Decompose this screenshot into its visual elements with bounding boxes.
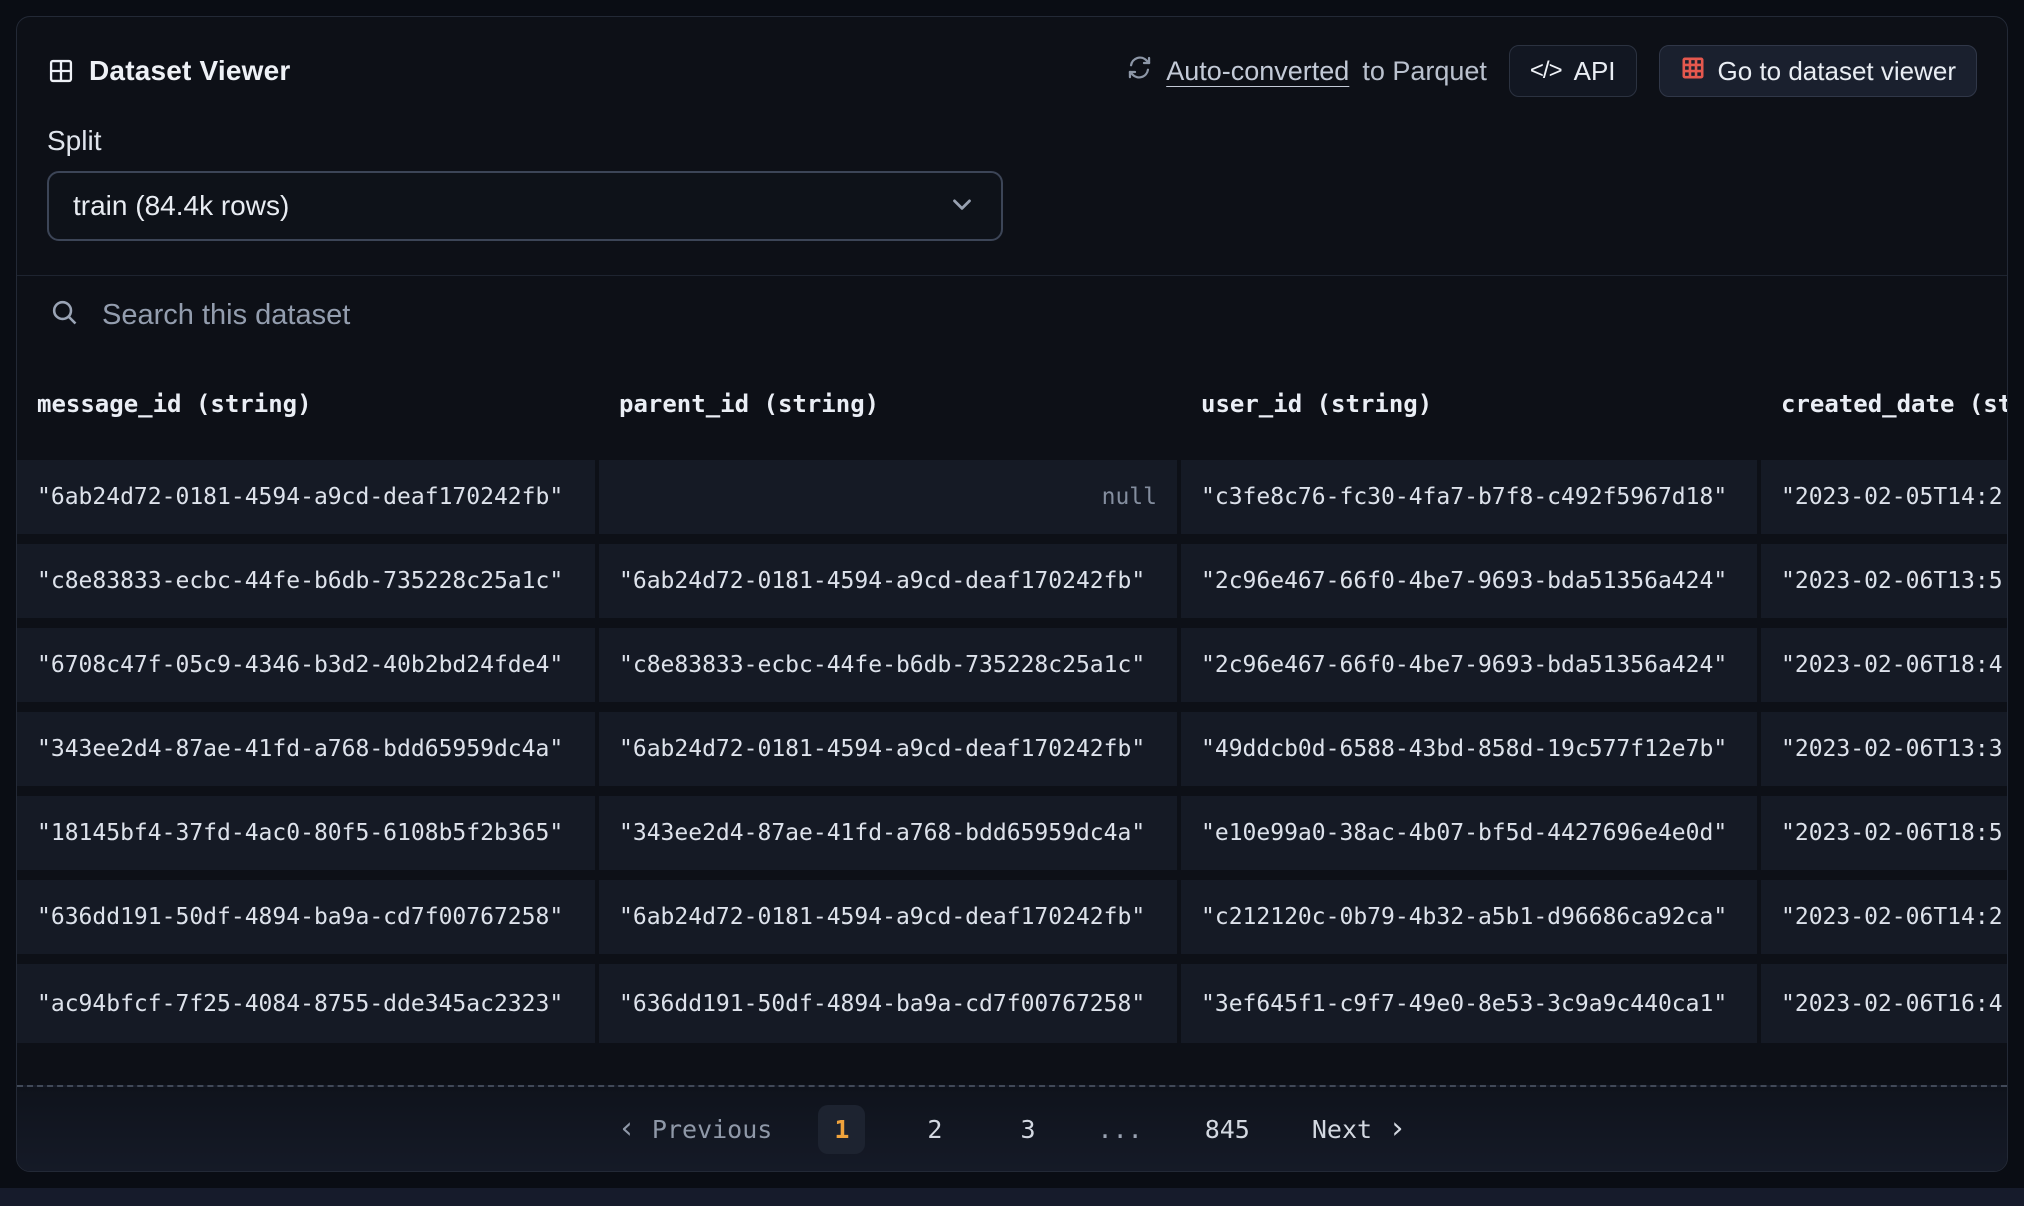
page-footer-strip [0,1188,2024,1206]
dataset-viewer-card: Dataset Viewer Auto-converted to Parquet… [16,16,2008,1172]
next-page-button[interactable]: Next › [1312,1114,1406,1144]
cell-message-id: "636dd191-50df-4894-ba9a-cd7f00767258" [37,904,564,930]
search-input[interactable] [102,298,1975,332]
cell-created-date: "2023-02-06T18:5 [1757,791,2007,875]
cell-parent-id: "636dd191-50df-4894-ba9a-cd7f00767258" [595,959,1179,1043]
table-row: "343ee2d4-87ae-41fd-a768-bdd65959dc4a" "… [17,707,2007,791]
split-select[interactable]: train (84.4k rows) [47,171,1003,241]
chevron-right-icon: › [1388,1111,1407,1146]
table-row: "6708c47f-05c9-4346-b3d2-40b2bd24fde4" "… [17,623,2007,707]
cell-parent-id: "6ab24d72-0181-4594-a9cd-deaf170242fb" [595,707,1179,791]
cell-parent-id: "c8e83833-ecbc-44fe-b6db-735228c25a1c" [595,623,1179,707]
cell-message-id: "c8e83833-ecbc-44fe-b6db-735228c25a1c" [37,568,564,594]
cell-message-id: "343ee2d4-87ae-41fd-a768-bdd65959dc4a" [37,736,564,762]
cell-created-date: "2023-02-06T16:4 [1757,959,2007,1043]
cell-parent-id: "6ab24d72-0181-4594-a9cd-deaf170242fb" [595,875,1179,959]
cell-message-id: "18145bf4-37fd-4ac0-80f5-6108b5f2b365" [37,820,564,846]
search-icon [49,297,80,333]
cell-user-id: "e10e99a0-38ac-4b07-bf5d-4427696e4e0d" [1177,791,1759,875]
table-row: "ac94bfcf-7f25-4084-8755-dde345ac2323" "… [17,959,2007,1043]
table-row: "18145bf4-37fd-4ac0-80f5-6108b5f2b365" "… [17,791,2007,875]
card-title-group: Dataset Viewer [47,55,291,87]
cell-user-id: "2c96e467-66f0-4be7-9693-bda51356a424" [1177,623,1759,707]
dataset-viewer-icon [47,57,75,85]
cell-created-date: "2023-02-06T13:5 [1757,539,2007,623]
page-number-845[interactable]: 845 [1189,1105,1266,1154]
cell-created-date: "2023-02-06T18:4 [1757,623,2007,707]
pagination-bar: ‹ Previous 1 2 3 ... 845 Next › [17,1085,2007,1171]
chevron-left-icon: ‹ [617,1111,636,1146]
cell-parent-id: "6ab24d72-0181-4594-a9cd-deaf170242fb" [595,539,1179,623]
dataset-table: message_id (string) parent_id (string) u… [17,354,2007,1043]
code-icon: </> [1529,57,1563,84]
cell-user-id: "c3fe8c76-fc30-4fa7-b7f8-c492f5967d18" [1177,455,1759,539]
previous-page-button[interactable]: ‹ Previous [618,1114,772,1144]
go-to-dataset-viewer-label: Go to dataset viewer [1717,55,1956,86]
auto-converted-note: Auto-converted to Parquet [1126,54,1487,88]
page-number-2[interactable]: 2 [911,1105,958,1154]
cell-message-id: "6708c47f-05c9-4346-b3d2-40b2bd24fde4" [37,652,564,678]
refresh-icon [1126,54,1153,88]
cell-created-date: "2023-02-06T13:3 [1757,707,2007,791]
cell-user-id: "3ef645f1-c9f7-49e0-8e53-3c9a9c440ca1" [1177,959,1759,1043]
api-button[interactable]: </> API [1508,45,1637,97]
header-actions: Auto-converted to Parquet </> API Go to … [1126,45,1977,97]
previous-label: Previous [651,1114,773,1144]
cell-message-id: "ac94bfcf-7f25-4084-8755-dde345ac2323" [37,990,564,1017]
page-number-3[interactable]: 3 [1004,1105,1051,1154]
table-row: "6ab24d72-0181-4594-a9cd-deaf170242fb" n… [17,455,2007,539]
column-header-created-date: created_date (st [1757,354,2007,455]
card-header: Dataset Viewer Auto-converted to Parquet… [17,43,2007,99]
page-title: Dataset Viewer [89,55,291,86]
split-label: Split [47,125,102,156]
cell-parent-id: "343ee2d4-87ae-41fd-a768-bdd65959dc4a" [595,791,1179,875]
split-select-value: train (84.4k rows) [73,190,290,221]
page-number-1[interactable]: 1 [818,1104,866,1154]
cell-created-date: "2023-02-06T14:2 [1757,875,2007,959]
column-header-user-id: user_id (string) [1177,354,1759,455]
cell-user-id: "c212120c-0b79-4b32-a5b1-d96686ca92ca" [1177,875,1759,959]
chevron-down-icon [947,189,977,224]
auto-converted-rest: to Parquet [1362,55,1487,86]
cell-created-date: "2023-02-05T14:2 [1757,455,2007,539]
cell-parent-id: null [595,455,1179,539]
table-row: "c8e83833-ecbc-44fe-b6db-735228c25a1c" "… [17,539,2007,623]
search-bar [17,276,2007,354]
red-grid-icon [1680,55,1706,88]
table-row: "636dd191-50df-4894-ba9a-cd7f00767258" "… [17,875,2007,959]
api-button-label: API [1573,55,1616,86]
cell-message-id: "6ab24d72-0181-4594-a9cd-deaf170242fb" [37,484,564,510]
dataset-table-wrap: message_id (string) parent_id (string) u… [17,354,2007,1085]
cell-user-id: "49ddcb0d-6588-43bd-858d-19c577f12e7b" [1177,707,1759,791]
next-label: Next [1311,1114,1373,1144]
cell-user-id: "2c96e467-66f0-4be7-9693-bda51356a424" [1177,539,1759,623]
column-header-message-id: message_id (string) [37,390,312,418]
table-header-row: message_id (string) parent_id (string) u… [17,354,2007,455]
go-to-dataset-viewer-button[interactable]: Go to dataset viewer [1658,45,1977,97]
column-header-parent-id: parent_id (string) [595,354,1179,455]
page-ellipsis: ... [1097,1114,1143,1144]
auto-converted-link[interactable]: Auto-converted [1166,56,1349,87]
